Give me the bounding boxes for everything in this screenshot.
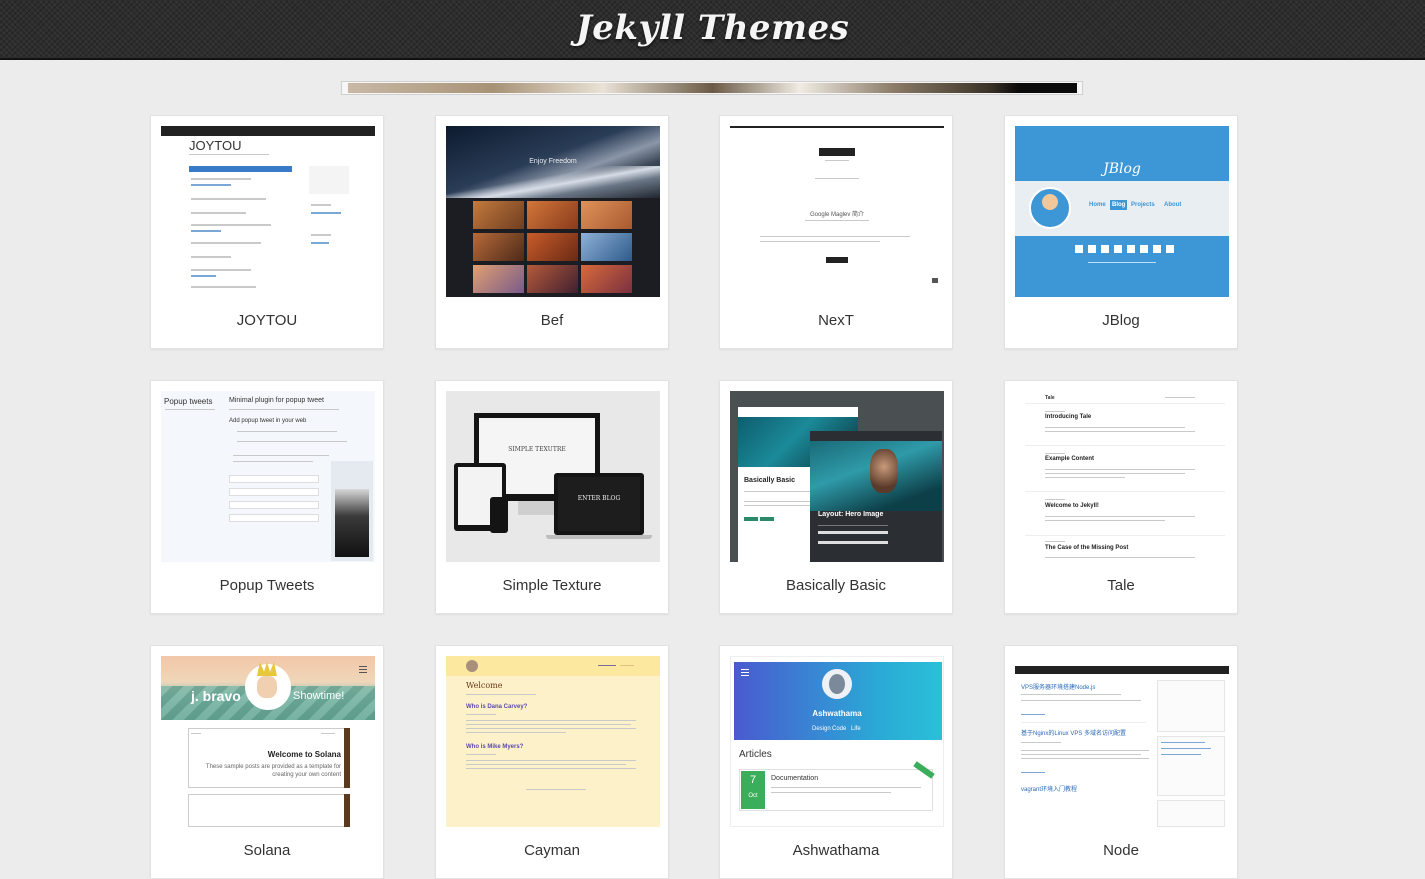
theme-thumbnail: Ashwathama Design Code Life Articles 7 O… [730, 656, 944, 827]
theme-name[interactable]: JBlog [1005, 312, 1237, 329]
theme-name[interactable]: Tale [1005, 577, 1237, 594]
theme-thumbnail: Basically Basic Layout: Hero Image [730, 391, 944, 562]
theme-thumbnail: SIMPLE TEXUTRE ENTER BLOG [446, 391, 660, 562]
theme-thumbnail: Google Maglev 简介 [730, 126, 944, 297]
theme-name[interactable]: Bef [436, 312, 668, 329]
banner-strip [348, 83, 1077, 93]
theme-name[interactable]: Basically Basic [720, 577, 952, 594]
theme-card-solana[interactable]: j. bravo Showtime! Welcome to Solana The… [150, 645, 384, 879]
theme-name[interactable]: Popup Tweets [151, 577, 383, 594]
theme-name[interactable]: Simple Texture [436, 577, 668, 594]
theme-name[interactable]: Solana [151, 842, 383, 859]
theme-thumbnail: Welcome Who is Dana Carvey? Who is Mike … [446, 656, 660, 827]
theme-card-node[interactable]: VPS服务器环境搭建Node.js 基于Nginx的Linux VPS 多域名访… [1004, 645, 1238, 879]
theme-name[interactable]: NexT [720, 312, 952, 329]
theme-card-bef[interactable]: Enjoy Freedom Bef [435, 115, 669, 349]
theme-thumbnail: JOYTOU [161, 126, 375, 297]
theme-card-cayman[interactable]: Welcome Who is Dana Carvey? Who is Mike … [435, 645, 669, 879]
theme-thumbnail: JBlog Home Blog Projects About [1015, 126, 1229, 297]
theme-name[interactable]: Cayman [436, 842, 668, 859]
theme-card-joytou[interactable]: JOYTOU JOYTOU [150, 115, 384, 349]
theme-card-simple-texture[interactable]: SIMPLE TEXUTRE ENTER BLOG Simple Texture [435, 380, 669, 614]
theme-name[interactable]: Ashwathama [720, 842, 952, 859]
theme-card-popup-tweets[interactable]: Popup tweets Minimal plugin for popup tw… [150, 380, 384, 614]
theme-thumbnail: j. bravo Showtime! Welcome to Solana The… [161, 656, 375, 827]
theme-card-tale[interactable]: Tale Introducing Tale Example Content We… [1004, 380, 1238, 614]
theme-card-next[interactable]: Google Maglev 简介 NexT [719, 115, 953, 349]
theme-card-basically-basic[interactable]: Basically Basic Layout: Hero Image Basic… [719, 380, 953, 614]
theme-card-ashwathama[interactable]: Ashwathama Design Code Life Articles 7 O… [719, 645, 953, 879]
theme-thumbnail: Popup tweets Minimal plugin for popup tw… [161, 391, 375, 562]
site-header: Jekyll Themes [0, 0, 1425, 60]
theme-name[interactable]: Node [1005, 842, 1237, 859]
theme-thumbnail: Enjoy Freedom [446, 126, 660, 297]
theme-name[interactable]: JOYTOU [151, 312, 383, 329]
theme-thumbnail: VPS服务器环境搭建Node.js 基于Nginx的Linux VPS 多域名访… [1015, 656, 1229, 827]
banner-image [341, 81, 1083, 95]
site-title[interactable]: Jekyll Themes [0, 8, 1425, 48]
theme-card-jblog[interactable]: JBlog Home Blog Projects About JBlog [1004, 115, 1238, 349]
theme-thumbnail: Tale Introducing Tale Example Content We… [1015, 391, 1229, 562]
